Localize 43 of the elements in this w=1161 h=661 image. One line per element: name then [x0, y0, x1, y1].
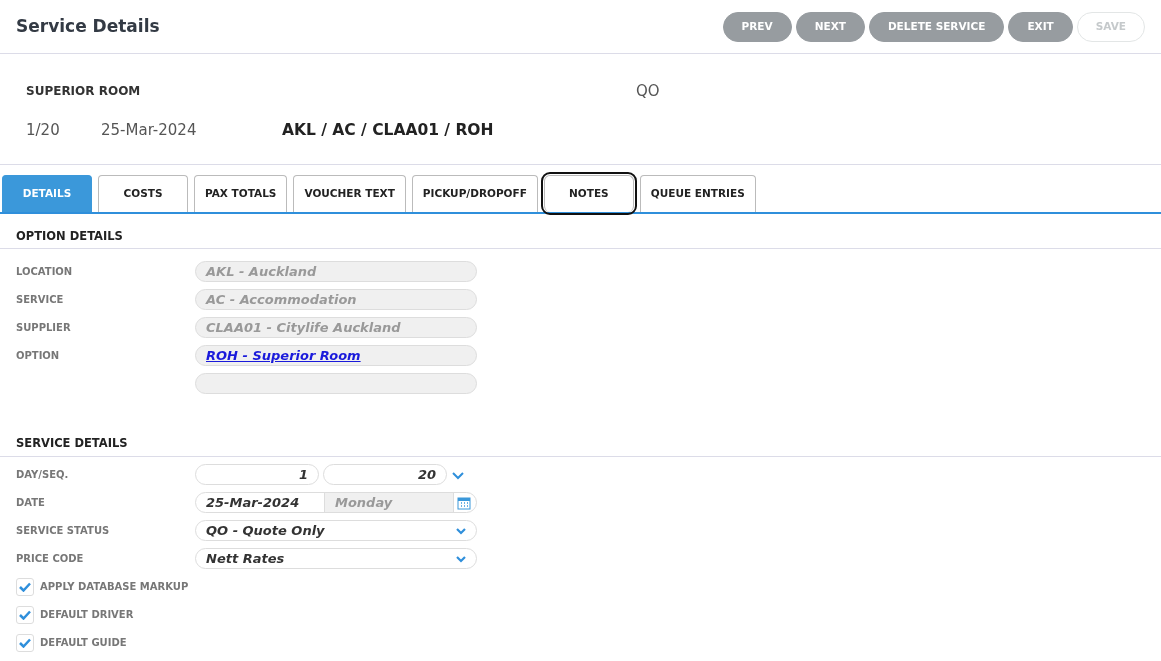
- sequence-field[interactable]: 20: [323, 464, 447, 485]
- checkbox-label: DEFAULT DRIVER: [40, 608, 134, 622]
- readonly-field: CLAA01 - Citylife Auckland: [195, 316, 477, 338]
- field-label: DATE: [16, 496, 46, 510]
- readonly-field: AC - Accommodation: [195, 288, 477, 310]
- tab[interactable]: NOTES: [543, 175, 634, 212]
- page-title: Service Details: [16, 16, 160, 37]
- tab[interactable]: QUEUE ENTRIES: [639, 175, 756, 212]
- field-label: PRICE CODE: [16, 552, 85, 566]
- section-heading: OPTION DETAILS: [0, 214, 1161, 250]
- checkbox[interactable]: [16, 577, 34, 596]
- service-name: SUPERIOR ROOM: [26, 83, 142, 101]
- tab[interactable]: PICKUP/DROPOFF: [411, 175, 538, 212]
- chevron-down-icon: [456, 554, 466, 563]
- field-label: SERVICE STATUS: [16, 524, 111, 538]
- select-value: Nett Rates: [206, 550, 285, 568]
- service-code: AKL / AC / CLAA01 / ROH: [282, 119, 494, 141]
- day-sequence: 1/20: [26, 119, 61, 141]
- calendar-icon[interactable]: [457, 496, 471, 510]
- checkbox[interactable]: [16, 605, 34, 624]
- option-link[interactable]: ROH - Superior Room: [206, 347, 361, 363]
- field-label: DAY/SEQ.: [16, 468, 70, 482]
- readonly-field: AKL - Auckland: [195, 260, 477, 282]
- tab[interactable]: VOUCHER TEXT: [293, 175, 406, 212]
- section-heading: SERVICE DETAILS: [0, 421, 1161, 457]
- day-field[interactable]: 1: [195, 464, 319, 485]
- status-code: QO: [636, 81, 660, 102]
- tab[interactable]: PAX TOTALS: [194, 175, 288, 212]
- select-field[interactable]: Nett Rates: [195, 548, 477, 569]
- checkbox-label: APPLY DATABASE MARKUP: [40, 580, 189, 594]
- checkbox-label: DEFAULT GUIDE: [40, 636, 127, 650]
- select-value: QO - Quote Only: [206, 522, 325, 540]
- select-field[interactable]: QO - Quote Only: [195, 520, 477, 541]
- weekday-text: Monday: [325, 493, 454, 512]
- service-date: 25-Mar-2024: [101, 119, 198, 141]
- field-label: SERVICE: [16, 292, 65, 307]
- checkbox[interactable]: [16, 633, 34, 652]
- field-label: SUPPLIER: [16, 320, 72, 335]
- date-field[interactable]: 25-Mar-2024 Monday: [195, 492, 477, 513]
- chevron-down-icon: [456, 526, 466, 535]
- field-label: LOCATION: [16, 264, 74, 279]
- field-label: OPTION: [16, 348, 61, 363]
- tab[interactable]: COSTS: [98, 175, 188, 212]
